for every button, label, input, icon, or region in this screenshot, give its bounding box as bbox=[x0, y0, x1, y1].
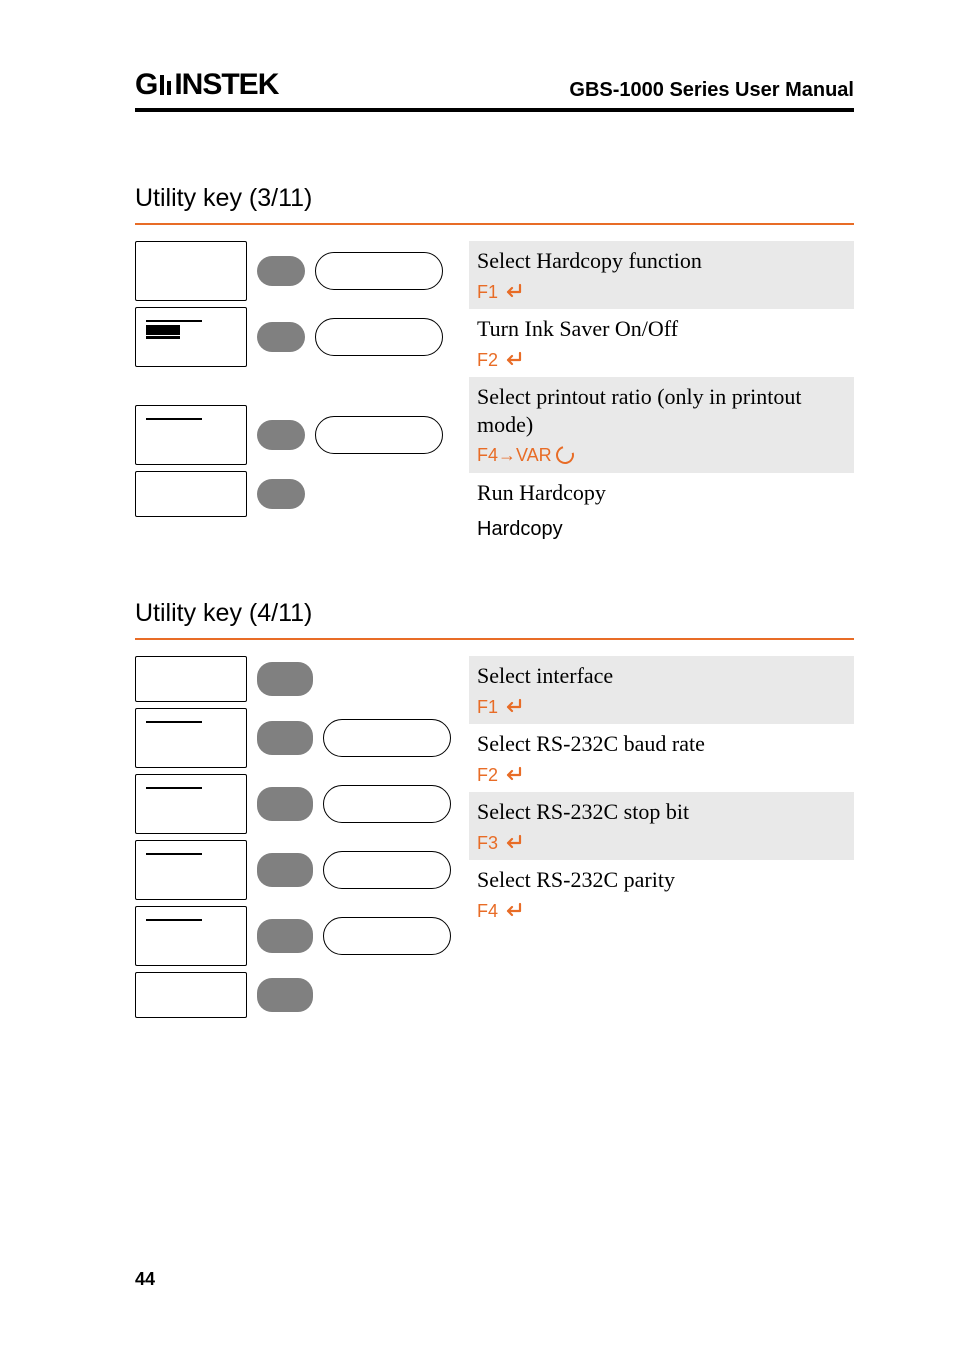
desc-text: Select RS-232C parity bbox=[477, 867, 675, 892]
fkey-button bbox=[257, 721, 313, 755]
label-slot bbox=[323, 851, 451, 889]
fkey-button bbox=[257, 978, 313, 1012]
control-label: F3 bbox=[477, 832, 498, 855]
enter-icon bbox=[502, 766, 524, 784]
panel-row bbox=[135, 972, 451, 1018]
label-slot bbox=[323, 917, 451, 955]
enter-icon bbox=[502, 351, 524, 369]
control-label: F1 bbox=[477, 696, 498, 719]
desc-text: Select interface bbox=[477, 663, 613, 688]
panel-row bbox=[135, 241, 451, 301]
panel-row bbox=[135, 906, 451, 966]
item-desc: Select interface F1 bbox=[469, 656, 854, 724]
panel-row bbox=[135, 307, 451, 367]
page-number: 44 bbox=[135, 1269, 155, 1290]
fkey-button bbox=[257, 322, 305, 352]
menu-slot bbox=[135, 656, 247, 702]
desc-text: Select Hardcopy function bbox=[477, 248, 702, 273]
enter-icon bbox=[502, 283, 524, 301]
slot-divider bbox=[146, 787, 202, 789]
enter-icon bbox=[502, 698, 524, 716]
item-desc: Select RS-232C baud rate F2 bbox=[469, 724, 854, 792]
control-label: F1 bbox=[477, 281, 498, 304]
item-plain: Hardcopy bbox=[469, 512, 854, 547]
label-slot bbox=[323, 785, 451, 823]
enter-icon bbox=[502, 834, 524, 852]
item-desc: Select RS-232C stop bit F3 bbox=[469, 792, 854, 860]
item-desc: Select RS-232C parity F4 bbox=[469, 860, 854, 928]
section-utility-4: Select interface F1 Select RS-232C baud … bbox=[135, 656, 854, 1018]
section1-right-col: Select Hardcopy function F1 Turn Ink Sav… bbox=[469, 241, 854, 547]
label-slot bbox=[315, 318, 443, 356]
section-utility-3: Select Hardcopy function F1 Turn Ink Sav… bbox=[135, 241, 854, 547]
item-desc: Turn Ink Saver On/Off F2 bbox=[469, 309, 854, 377]
brand-text-right: INSTEK bbox=[174, 68, 278, 102]
document-title: GBS-1000 Series User Manual bbox=[569, 79, 854, 102]
fkey-button bbox=[257, 420, 305, 450]
section2-left-col bbox=[135, 656, 451, 1018]
item-desc: Select printout ratio (only in printout … bbox=[469, 377, 854, 473]
fkey-button bbox=[257, 853, 313, 887]
slot-divider bbox=[146, 418, 202, 420]
section2-right-col: Select interface F1 Select RS-232C baud … bbox=[469, 656, 854, 1018]
menu-slot bbox=[135, 774, 247, 834]
menu-slot bbox=[135, 471, 247, 517]
page-header: G INSTEK GBS-1000 Series User Manual bbox=[135, 68, 854, 112]
slot-divider bbox=[146, 320, 202, 322]
desc-text: Turn Ink Saver On/Off bbox=[477, 316, 678, 341]
section-title-utility-3: Utility key (3/11) bbox=[135, 184, 854, 225]
ink-saver-icon bbox=[146, 325, 180, 335]
label-slot bbox=[323, 719, 451, 757]
control-key: F4 bbox=[477, 900, 846, 923]
control-label: F2 bbox=[477, 349, 498, 372]
fkey-button bbox=[257, 479, 305, 509]
fkey-button bbox=[257, 662, 313, 696]
control-label: F4 bbox=[477, 900, 498, 923]
desc-text: Select RS-232C baud rate bbox=[477, 731, 705, 756]
menu-slot-inksaver bbox=[135, 307, 247, 367]
label-slot bbox=[315, 416, 443, 454]
control-label: F4→VAR bbox=[477, 444, 552, 467]
menu-slot bbox=[135, 840, 247, 900]
slot-divider bbox=[146, 919, 202, 921]
menu-slot bbox=[135, 708, 247, 768]
panel-row bbox=[135, 840, 451, 900]
desc-text: Select RS-232C stop bit bbox=[477, 799, 689, 824]
enter-icon bbox=[502, 902, 524, 920]
section-title-utility-4: Utility key (4/11) bbox=[135, 599, 854, 640]
control-key: F2 bbox=[477, 764, 846, 787]
item-desc: Select Hardcopy function F1 bbox=[469, 241, 854, 309]
var-knob-icon bbox=[552, 443, 577, 468]
fkey-button bbox=[257, 787, 313, 821]
slot-divider bbox=[146, 721, 202, 723]
menu-slot bbox=[135, 906, 247, 966]
menu-slot bbox=[135, 972, 247, 1018]
label-slot bbox=[315, 252, 443, 290]
menu-slot bbox=[135, 241, 247, 301]
control-key: F3 bbox=[477, 832, 846, 855]
page: G INSTEK GBS-1000 Series User Manual Uti… bbox=[0, 0, 954, 1350]
fkey-button bbox=[257, 919, 313, 953]
brand-text-left: G bbox=[135, 68, 157, 102]
control-key: F2 bbox=[477, 349, 846, 372]
menu-slot bbox=[135, 405, 247, 465]
control-key: F1 bbox=[477, 696, 846, 719]
control-key: F4→VAR bbox=[477, 444, 846, 467]
panel-row bbox=[135, 774, 451, 834]
brand-bars-icon bbox=[158, 75, 173, 95]
section1-left-col bbox=[135, 241, 451, 547]
panel-row bbox=[135, 471, 451, 517]
control-label: F2 bbox=[477, 764, 498, 787]
slot-divider bbox=[146, 853, 202, 855]
fkey-button bbox=[257, 256, 305, 286]
panel-row bbox=[135, 405, 451, 465]
desc-text: Run Hardcopy bbox=[477, 480, 606, 505]
panel-row bbox=[135, 656, 451, 702]
brand-logo: G INSTEK bbox=[135, 68, 278, 102]
control-key: F1 bbox=[477, 281, 846, 304]
item-desc: Run Hardcopy bbox=[469, 473, 854, 513]
desc-text: Select printout ratio (only in printout … bbox=[477, 384, 801, 437]
panel-row bbox=[135, 708, 451, 768]
